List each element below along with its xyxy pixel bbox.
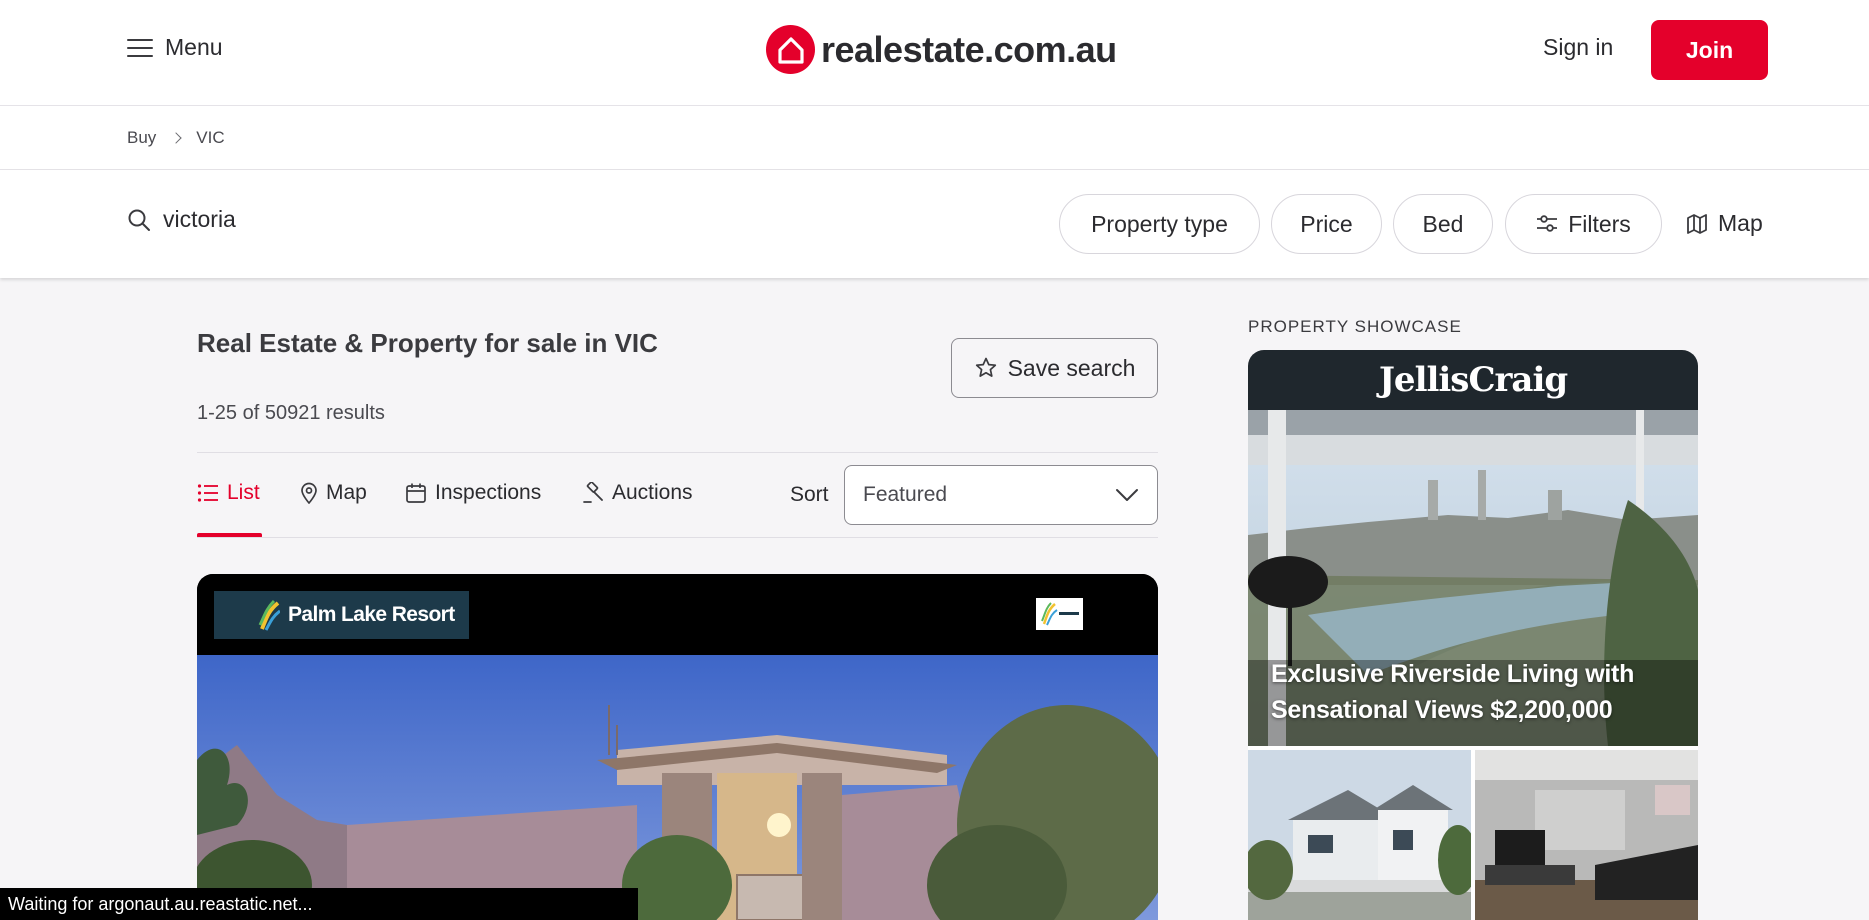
bed-filter[interactable]: Bed (1393, 194, 1493, 254)
tab-auctions-label: Auctions (612, 481, 693, 504)
star-icon (975, 357, 996, 377)
sort-label: Sort (790, 483, 829, 506)
showcase-thumb-exterior[interactable] (1248, 750, 1471, 920)
showcase-headline[interactable]: Exclusive Riverside Living with Sensatio… (1271, 656, 1681, 728)
menu-button[interactable]: Menu (127, 34, 223, 61)
palm-leaf-icon (258, 599, 280, 631)
house-logo-icon (766, 25, 815, 74)
save-search-label: Save search (1007, 354, 1136, 381)
showcase-section-title: PROPERTY SHOWCASE (1248, 317, 1462, 336)
agency-banner: Palm Lake Resort (197, 574, 1158, 655)
tab-auctions[interactable]: Auctions (582, 481, 693, 505)
showcase-agency-logo: JellisCraig (1248, 350, 1698, 410)
tab-map[interactable]: Map (300, 481, 367, 505)
sliders-icon (1537, 215, 1558, 232)
page-title: Real Estate & Property for sale in VIC (197, 328, 658, 358)
list-icon (197, 484, 218, 502)
breadcrumb-item-buy[interactable]: Buy (127, 128, 156, 148)
property-type-filter[interactable]: Property type (1059, 194, 1260, 254)
breadcrumb: Buy VIC (0, 106, 1869, 170)
divider (197, 452, 1158, 453)
map-view-button[interactable]: Map (1686, 210, 1763, 237)
filters-button[interactable]: Filters (1505, 194, 1662, 254)
agency-name: Palm Lake Resort (288, 603, 455, 626)
agency-small-logo (1036, 598, 1083, 630)
listing-card[interactable]: Palm Lake Resort (197, 574, 1158, 920)
tab-inspections-label: Inspections (435, 481, 542, 504)
save-search-button[interactable]: Save search (951, 338, 1158, 398)
divider (197, 537, 1158, 538)
showcase-thumb-interior[interactable] (1475, 750, 1698, 920)
gavel-icon (583, 482, 603, 503)
location-pin-icon (301, 482, 317, 504)
filters-label: Filters (1568, 210, 1631, 237)
hamburger-icon (127, 38, 153, 58)
map-icon (1687, 213, 1707, 234)
search-icon (128, 209, 150, 231)
tab-list[interactable]: List (197, 481, 260, 505)
property-type-label: Property type (1091, 210, 1228, 237)
results-count: 1-25 of 50921 results (197, 402, 385, 424)
breadcrumb-item-vic[interactable]: VIC (196, 128, 224, 148)
tab-list-label: List (227, 481, 260, 504)
tab-inspections[interactable]: Inspections (405, 481, 541, 505)
listing-photo[interactable] (197, 655, 1158, 920)
chevron-right-icon (170, 131, 182, 144)
site-header: Menu realestate.com.au Sign in Join (0, 0, 1869, 106)
browser-status-bar: Waiting for argonaut.au.reastatic.net... (0, 888, 638, 920)
sort-dropdown[interactable]: Featured (844, 465, 1158, 525)
site-logo[interactable]: realestate.com.au (766, 25, 1117, 74)
menu-label: Menu (165, 34, 223, 60)
sign-in-link[interactable]: Sign in (1543, 34, 1613, 61)
search-input[interactable]: victoria (127, 206, 236, 233)
price-filter[interactable]: Price (1271, 194, 1382, 254)
search-bar: victoria Property type Price Bed Filters… (0, 170, 1869, 278)
bed-label: Bed (1422, 210, 1464, 237)
price-label: Price (1300, 210, 1353, 237)
join-button[interactable]: Join (1651, 20, 1768, 80)
logo-text: realestate.com.au (821, 28, 1117, 70)
sort-value: Featured (863, 483, 948, 506)
property-showcase-card[interactable]: JellisCraig Exclusive Riverside Living w… (1248, 350, 1698, 920)
calendar-icon (406, 483, 426, 503)
chevron-down-icon (1116, 489, 1138, 501)
map-label: Map (1718, 210, 1763, 236)
tab-map-label: Map (326, 481, 367, 504)
search-query: victoria (163, 206, 236, 232)
agency-logo: Palm Lake Resort (214, 591, 469, 639)
